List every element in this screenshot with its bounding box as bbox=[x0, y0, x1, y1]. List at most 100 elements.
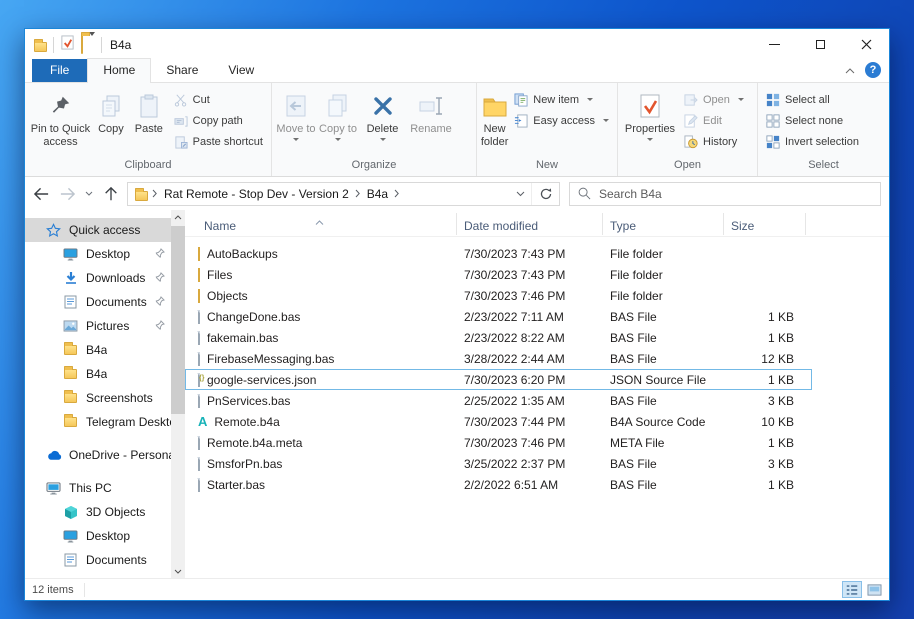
sidebar-item-telegram-desktop[interactable]: Telegram Desktop bbox=[25, 410, 171, 434]
navigation-pane: Quick access Desktop Downloads Documents… bbox=[25, 210, 171, 578]
scrollbar-thumb[interactable] bbox=[171, 226, 185, 414]
file-explorer-window: B4a File Home Share View ? Pin to Quick … bbox=[24, 28, 890, 601]
back-button[interactable] bbox=[29, 182, 53, 206]
breadcrumb-chevron-icon[interactable] bbox=[394, 189, 400, 198]
objects-3d-icon bbox=[62, 505, 79, 520]
forward-button[interactable] bbox=[55, 182, 79, 206]
cut-icon bbox=[174, 94, 186, 107]
new-folder-button[interactable]: New folder bbox=[480, 86, 509, 159]
breadcrumb-chevron-icon[interactable] bbox=[355, 189, 361, 198]
open-button[interactable]: Open bbox=[679, 89, 749, 110]
file-row-starter-bas[interactable]: Starter.bas 2/2/2022 6:51 AM BAS File 1 … bbox=[185, 474, 812, 495]
address-dropdown-button[interactable] bbox=[509, 191, 531, 197]
file-row-fakemain-bas[interactable]: fakemain.bas 2/23/2022 8:22 AM BAS File … bbox=[185, 327, 812, 348]
dropdown-caret-icon bbox=[603, 119, 609, 122]
recent-locations-button[interactable] bbox=[81, 182, 97, 206]
properties-icon bbox=[637, 89, 663, 123]
sidebar-item-3d-objects[interactable]: 3D Objects bbox=[25, 500, 171, 524]
minimize-button[interactable] bbox=[751, 29, 797, 60]
sidebar-item-screenshots[interactable]: Screenshots bbox=[25, 386, 171, 410]
select-none-icon bbox=[766, 113, 780, 128]
pin-icon bbox=[155, 319, 171, 333]
sidebar-scrollbar[interactable] bbox=[171, 210, 185, 578]
scroll-up-arrow-icon[interactable] bbox=[174, 210, 182, 224]
tab-view[interactable]: View bbox=[213, 59, 269, 82]
ribbon-tabs: File Home Share View bbox=[25, 58, 889, 83]
edit-button[interactable]: Edit bbox=[679, 110, 749, 131]
address-bar[interactable]: Rat Remote - Stop Dev - Version 2 B4a bbox=[127, 181, 560, 206]
sidebar-item-desktop[interactable]: Desktop bbox=[25, 524, 171, 548]
qat-properties-button[interactable] bbox=[60, 34, 75, 55]
file-row-google-services-json[interactable]: google-services.json 7/30/2023 6:20 PM J… bbox=[185, 369, 812, 390]
sidebar-item-quick-access[interactable]: Quick access bbox=[25, 218, 171, 242]
folder-icon bbox=[198, 288, 200, 303]
pin-to-quick-access-button[interactable]: Pin to Quick access bbox=[28, 86, 93, 159]
sidebar-item-b4a[interactable]: B4a bbox=[25, 338, 171, 362]
collapse-ribbon-button[interactable] bbox=[845, 61, 855, 79]
up-button[interactable] bbox=[99, 182, 123, 206]
close-button[interactable] bbox=[843, 29, 889, 60]
select-all-button[interactable]: Select all bbox=[761, 89, 864, 110]
file-row-objects[interactable]: Objects 7/30/2023 7:46 PM File folder bbox=[185, 285, 812, 306]
tab-share[interactable]: Share bbox=[151, 59, 213, 82]
file-row-remote-b4a-meta[interactable]: Remote.b4a.meta 7/30/2023 7:46 PM META F… bbox=[185, 432, 812, 453]
select-none-button[interactable]: Select none bbox=[761, 110, 864, 131]
ribbon-group-select: Select all Select none Invert selection … bbox=[758, 83, 889, 176]
refresh-button[interactable] bbox=[531, 182, 559, 205]
scroll-down-arrow-icon[interactable] bbox=[174, 564, 182, 578]
navigation-bar: Rat Remote - Stop Dev - Version 2 B4a Sea… bbox=[25, 177, 889, 210]
file-row-autobackups[interactable]: AutoBackups 7/30/2023 7:43 PM File folde… bbox=[185, 243, 812, 264]
tab-home[interactable]: Home bbox=[87, 58, 152, 83]
tab-file[interactable]: File bbox=[32, 59, 88, 82]
breadcrumb-segment-rat-remote-stop-dev-version-2[interactable]: Rat Remote - Stop Dev - Version 2 bbox=[160, 187, 353, 201]
delete-button[interactable]: Delete bbox=[359, 86, 406, 159]
ribbon-group-open: Properties Open Edit History Open bbox=[618, 83, 758, 176]
file-icon bbox=[198, 309, 200, 324]
dropdown-caret-icon bbox=[379, 137, 386, 141]
sidebar-item-onedrive-persona[interactable]: OneDrive - Persona bbox=[25, 443, 171, 467]
chevron-up-icon bbox=[845, 68, 855, 74]
breadcrumb-segment-b4a[interactable]: B4a bbox=[363, 187, 392, 201]
column-header-date-modified[interactable]: Date modified bbox=[457, 213, 603, 235]
sidebar-item-pictures[interactable]: Pictures bbox=[25, 314, 171, 338]
history-button[interactable]: History bbox=[679, 131, 749, 152]
copy-button[interactable]: Copy bbox=[93, 86, 129, 159]
copy-to-button[interactable]: Copy to bbox=[317, 86, 359, 159]
file-row-smsforpn-bas[interactable]: SmsforPn.bas 3/25/2022 2:37 PM BAS File … bbox=[185, 453, 812, 474]
paste-shortcut-button[interactable]: Paste shortcut bbox=[169, 131, 268, 152]
sidebar-item-this-pc[interactable]: This PC bbox=[25, 476, 171, 500]
invert-selection-button[interactable]: Invert selection bbox=[761, 131, 864, 152]
file-row-pnservices-bas[interactable]: PnServices.bas 2/25/2022 1:35 AM BAS Fil… bbox=[185, 390, 812, 411]
thumbnails-view-button[interactable] bbox=[864, 581, 884, 598]
sidebar-item-desktop[interactable]: Desktop bbox=[25, 242, 171, 266]
details-view-button[interactable] bbox=[842, 581, 862, 598]
copy-path-button[interactable]: Copy path bbox=[169, 110, 268, 131]
move-to-button[interactable]: Move to bbox=[275, 86, 317, 159]
maximize-icon bbox=[815, 40, 825, 49]
sidebar-item-documents[interactable]: Documents bbox=[25, 290, 171, 314]
maximize-button[interactable] bbox=[797, 29, 843, 60]
column-header-size[interactable]: Size bbox=[724, 213, 806, 235]
properties-button[interactable]: Properties bbox=[621, 86, 679, 159]
cut-button[interactable]: Cut bbox=[169, 89, 268, 110]
file-row-changedone-bas[interactable]: ChangeDone.bas 2/23/2022 7:11 AM BAS Fil… bbox=[185, 306, 812, 327]
sidebar-item-b4a[interactable]: B4a bbox=[25, 362, 171, 386]
file-row-files[interactable]: Files 7/30/2023 7:43 PM File folder bbox=[185, 264, 812, 285]
file-row-remote-b4a[interactable]: Remote.b4a 7/30/2023 7:44 PM B4A Source … bbox=[185, 411, 812, 432]
sidebar-item-documents[interactable]: Documents bbox=[25, 548, 171, 572]
open-icon bbox=[684, 93, 698, 106]
qat-new-folder-button[interactable] bbox=[81, 34, 83, 54]
rename-button[interactable]: Rename bbox=[406, 86, 456, 159]
help-button[interactable] bbox=[865, 62, 881, 78]
column-header-type[interactable]: Type bbox=[603, 213, 724, 235]
file-row-firebasemessaging-bas[interactable]: FirebaseMessaging.bas 3/28/2022 2:44 AM … bbox=[185, 348, 812, 369]
new-item-button[interactable]: New item bbox=[509, 89, 614, 110]
documents-icon bbox=[62, 553, 79, 567]
qat-customize-button[interactable] bbox=[89, 31, 95, 54]
easy-access-button[interactable]: Easy access bbox=[509, 110, 614, 131]
breadcrumb-chevron-icon[interactable] bbox=[152, 189, 158, 198]
sidebar-item-downloads[interactable]: Downloads bbox=[25, 266, 171, 290]
search-box[interactable]: Search B4a bbox=[569, 181, 881, 206]
paste-button[interactable]: Paste bbox=[129, 86, 169, 159]
paste-icon bbox=[136, 89, 162, 123]
